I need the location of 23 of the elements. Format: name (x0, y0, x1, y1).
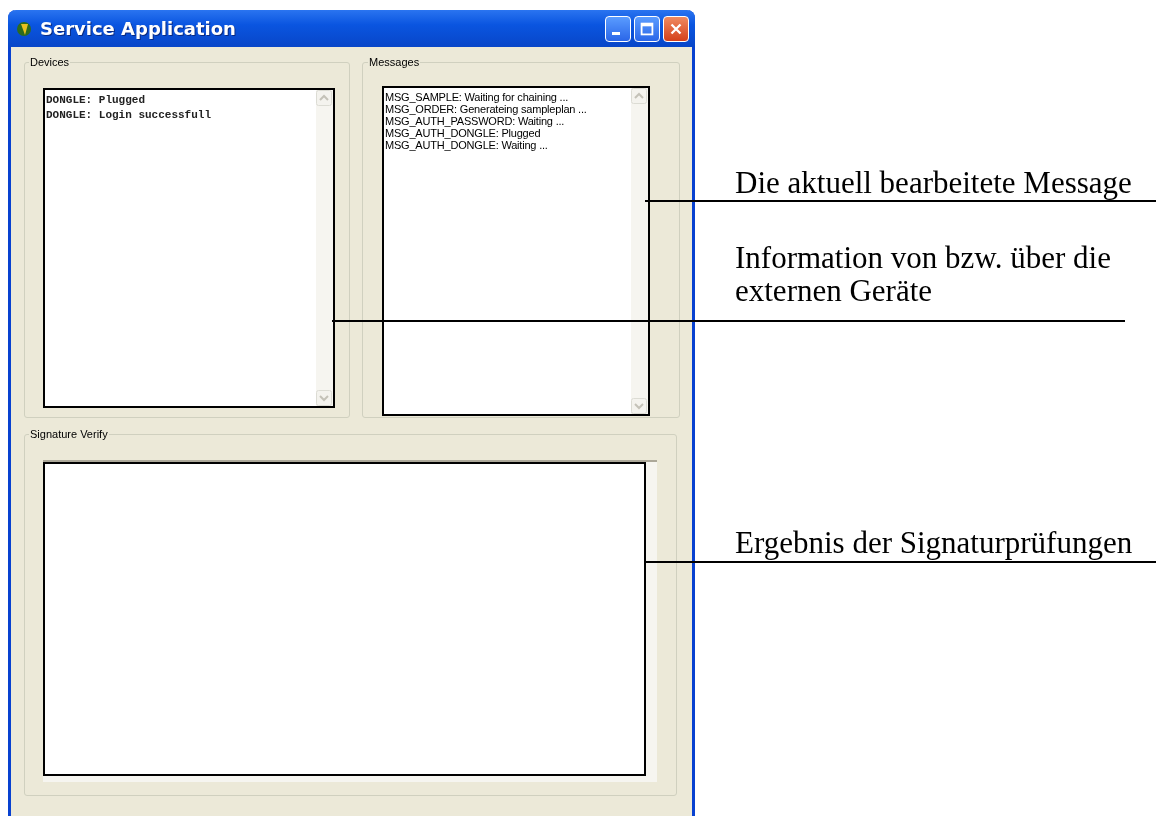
app-icon (16, 19, 34, 38)
message-entry: MSG_AUTH_PASSWORD: Waiting ... (385, 115, 566, 127)
device-entry: DONGLE: Login successfull (46, 108, 213, 123)
message-entry: MSG_ORDER: Generateing sampleplan ... (385, 103, 588, 115)
group-label: Devices (29, 56, 71, 68)
annotation-text: Die aktuell bearbeitete Message (735, 166, 1133, 199)
annotation-text: Information von bzw. über die externen Geräte (735, 241, 1112, 307)
message-entry: MSG_AUTH_DONGLE: Plugged (385, 127, 542, 139)
close-button[interactable] (663, 15, 689, 42)
message-entry: MSG_AUTH_DONGLE: Waiting ... (385, 139, 549, 151)
maximize-button[interactable] (634, 15, 660, 42)
scroll-down-icon[interactable] (631, 398, 647, 414)
scroll-up-icon[interactable] (316, 90, 332, 106)
group-label: Messages (368, 56, 421, 68)
minimize-button[interactable] (605, 15, 631, 42)
group-label: Signature Verify (29, 428, 109, 440)
message-entry: MSG_SAMPLE: Waiting for chaining ... (385, 91, 570, 103)
scroll-down-icon[interactable] (316, 390, 332, 406)
scroll-up-icon[interactable] (631, 88, 647, 104)
annotation-text: Ergebnis der Signaturprüfungen (735, 526, 1134, 559)
device-entry: DONGLE: Plugged (46, 93, 147, 108)
minimize-icon (611, 32, 620, 35)
window-title: Service Application (40, 18, 236, 39)
